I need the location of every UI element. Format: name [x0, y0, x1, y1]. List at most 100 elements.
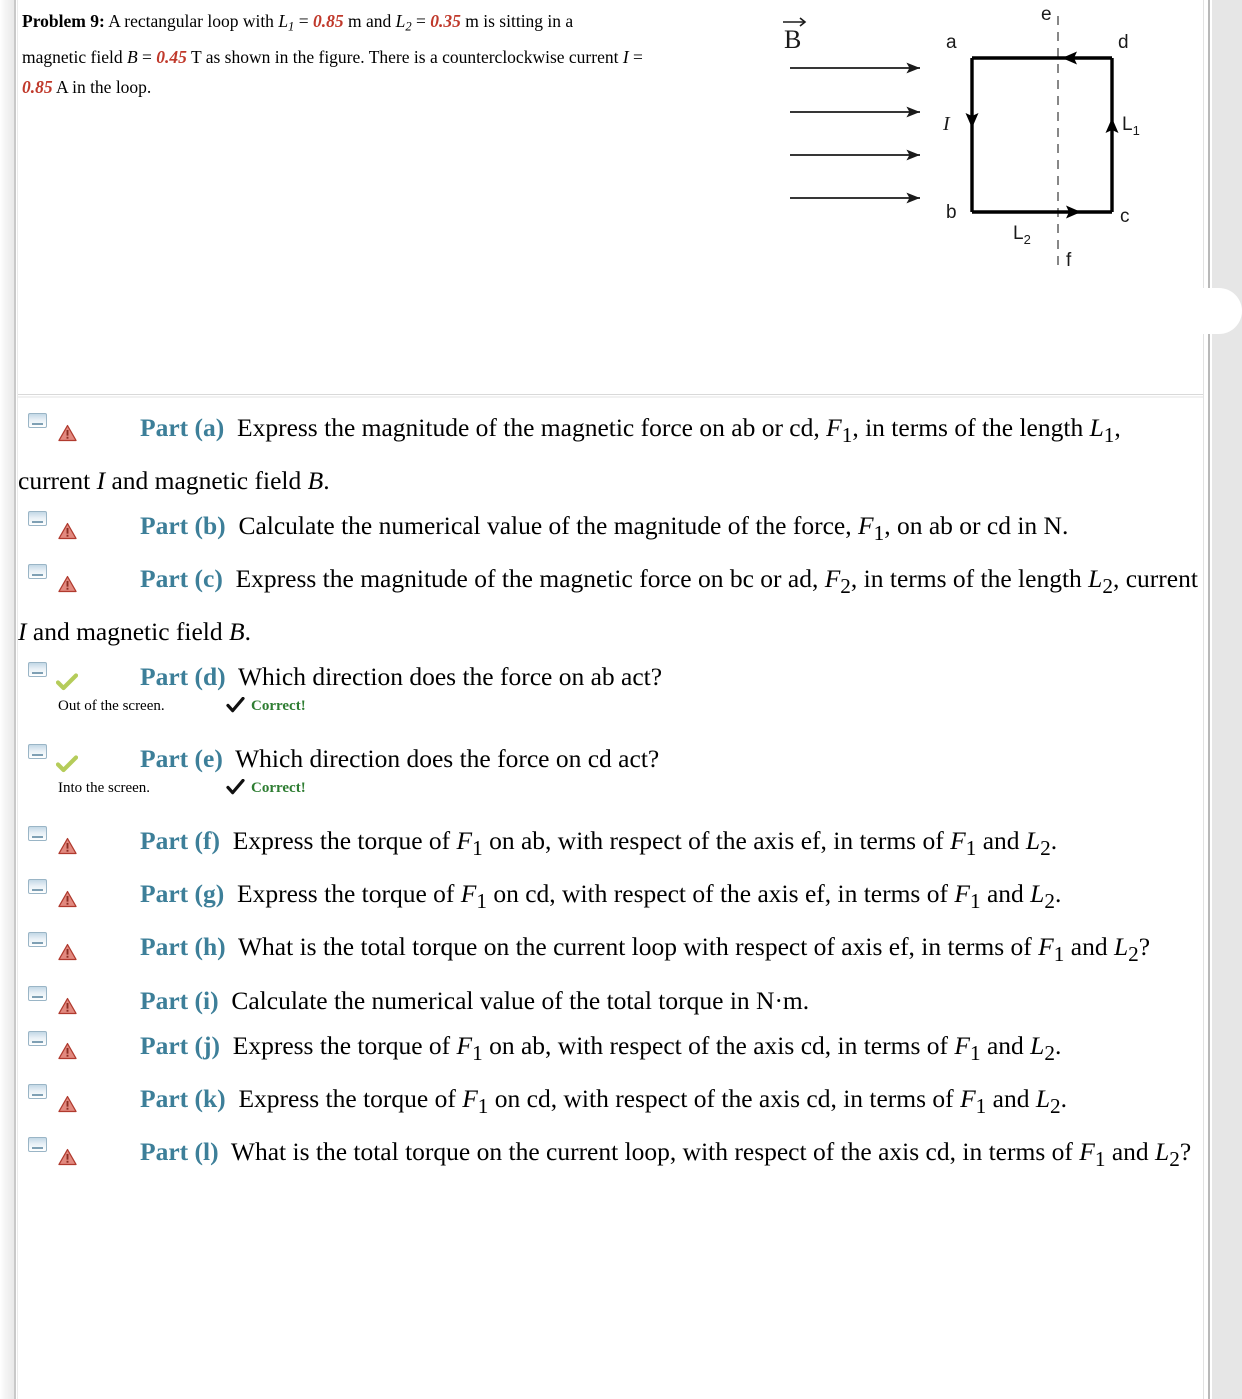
part-head-k — [18, 1076, 140, 1112]
part-block-h: Part (h) What is the total torque on the… — [18, 924, 1198, 977]
part-label-f[interactable]: Part (f) — [140, 826, 220, 855]
label-axis-e: e — [1041, 4, 1052, 25]
label-corner-d: d — [1118, 32, 1129, 53]
warning-triangle-icon[interactable] — [58, 824, 77, 855]
part-label-i[interactable]: Part (i) — [140, 986, 219, 1015]
equals-3: = — [137, 46, 157, 67]
problem-figure: B a d b c e f I L1 L2 — [770, 0, 1170, 300]
part-block-g: Part (g) Express the torque of F1 on cd,… — [18, 871, 1198, 924]
label-corner-c: c — [1120, 206, 1130, 227]
warning-triangle-icon[interactable] — [58, 562, 77, 593]
warning-triangle-icon[interactable] — [58, 509, 77, 540]
symbol-L2: L — [395, 11, 406, 31]
window-left-gutter — [0, 0, 14, 1399]
current-direction-arrows — [965, 51, 1119, 219]
part-line-k: Part (k) Express the torque of F1 on cd,… — [18, 1076, 1198, 1129]
part-block-d: Part (d) Which direction does the force … — [18, 654, 1198, 722]
label-corner-a: a — [946, 32, 957, 53]
check-icon[interactable] — [55, 742, 79, 773]
label-current-I: I — [942, 113, 951, 135]
part-block-i: Part (i) Calculate the numerical value o… — [18, 978, 1198, 1023]
collapse-icon[interactable] — [28, 662, 47, 678]
warning-triangle-icon[interactable] — [58, 984, 77, 1014]
warning-triangle-icon[interactable] — [58, 1029, 77, 1059]
unit-1: m and — [343, 11, 396, 31]
equals-4: = — [628, 46, 643, 67]
correct-tick-icon — [226, 696, 245, 722]
part-block-c: Part (c) Express the magnitude of the ma… — [18, 556, 1198, 654]
current-loop-rectangle — [970, 56, 1114, 214]
feedback-label-e: Correct! — [251, 780, 306, 797]
part-head-c — [18, 556, 140, 593]
collapse-icon[interactable] — [28, 879, 47, 895]
b-field-arrows — [790, 62, 920, 204]
part-block-b: Part (b) Calculate the numerical value o… — [18, 503, 1198, 556]
value-L2: 0.35 — [430, 11, 461, 31]
part-head-f — [18, 818, 140, 855]
part-label-g[interactable]: Part (g) — [140, 879, 224, 908]
part-question-j: Express the torque of F1 on ab, with res… — [220, 1030, 1062, 1065]
page-left-border — [14, 0, 16, 1399]
part-label-a[interactable]: Part (a) — [140, 413, 224, 442]
part-head-e — [18, 736, 140, 773]
collapse-icon[interactable] — [28, 511, 47, 527]
part-question-b: Calculate the numerical value of the mag… — [225, 511, 1069, 546]
part-head-j — [18, 1023, 140, 1059]
label-corner-b: b — [946, 202, 957, 223]
b-field-vector-label: B — [783, 17, 807, 54]
feedback-label-d: Correct! — [251, 698, 306, 715]
part-head-l — [18, 1129, 140, 1165]
page-right-border — [1208, 0, 1210, 1399]
part-line-f: Part (f) Express the torque of F1 on ab,… — [18, 818, 1198, 871]
part-label-c[interactable]: Part (c) — [140, 564, 223, 593]
part-head-h — [18, 924, 140, 961]
part-line-h: Part (h) What is the total torque on the… — [18, 924, 1198, 977]
part-head-b — [18, 503, 140, 540]
unit-2: m is sitting in a — [460, 11, 574, 31]
equals-1: = — [294, 11, 313, 31]
warning-triangle-icon[interactable] — [58, 930, 77, 961]
symbol-L1: L — [278, 11, 289, 31]
collapse-icon[interactable] — [28, 932, 47, 948]
part-line-g: Part (g) Express the torque of F1 on cd,… — [18, 871, 1198, 924]
collapse-icon[interactable] — [28, 826, 47, 842]
label-length-L1: L1 — [1122, 114, 1140, 138]
section-divider-soft — [18, 396, 1203, 398]
part-line-i: Part (i) Calculate the numerical value o… — [18, 978, 1198, 1023]
part-head-g — [18, 871, 140, 908]
parts-list: Part (a) Express the magnitude of the ma… — [18, 405, 1198, 1182]
collapse-icon[interactable] — [28, 413, 47, 428]
part-question-g: Express the torque of F1 on cd, with res… — [224, 879, 1062, 914]
warning-triangle-icon[interactable] — [58, 411, 77, 442]
value-B: 0.45 — [156, 46, 187, 67]
part-head-a — [18, 405, 140, 442]
page-corner-highlight-inner — [1168, 296, 1230, 330]
check-icon[interactable] — [55, 660, 79, 691]
part-label-k[interactable]: Part (k) — [140, 1084, 226, 1113]
collapse-icon[interactable] — [28, 1030, 47, 1046]
part-line-l: Part (l) What is the total torque on the… — [18, 1129, 1198, 1182]
value-I: 0.85 — [22, 76, 53, 97]
collapse-icon[interactable] — [28, 564, 47, 580]
collapse-icon[interactable] — [28, 985, 47, 1001]
part-label-b[interactable]: Part (b) — [140, 511, 226, 540]
part-question-k: Express the torque of F1 on cd, with res… — [225, 1083, 1068, 1118]
part-label-l[interactable]: Part (l) — [140, 1137, 219, 1166]
part-label-j[interactable]: Part (j) — [140, 1031, 220, 1060]
correct-tick-icon — [226, 778, 245, 804]
svg-text:B: B — [784, 25, 801, 54]
scrollbar-track[interactable] — [1212, 0, 1242, 1399]
part-line-j: Part (j) Express the torque of F1 on ab,… — [18, 1023, 1198, 1076]
part-label-h[interactable]: Part (h) — [140, 932, 226, 961]
warning-triangle-icon[interactable] — [58, 877, 77, 908]
collapse-icon[interactable] — [28, 1083, 47, 1099]
part-question-i: Calculate the numerical value of the tot… — [218, 985, 810, 1015]
collapse-icon[interactable] — [28, 744, 47, 760]
collapse-icon[interactable] — [28, 1136, 47, 1152]
warning-triangle-icon[interactable] — [58, 1082, 77, 1112]
part-label-d[interactable]: Part (d) — [140, 662, 226, 691]
part-label-e[interactable]: Part (e) — [140, 744, 223, 773]
warning-triangle-icon[interactable] — [58, 1135, 77, 1165]
part-line-a: Part (a) Express the magnitude of the ma… — [18, 405, 1198, 503]
part-question-l: What is the total torque on the current … — [218, 1136, 1192, 1171]
